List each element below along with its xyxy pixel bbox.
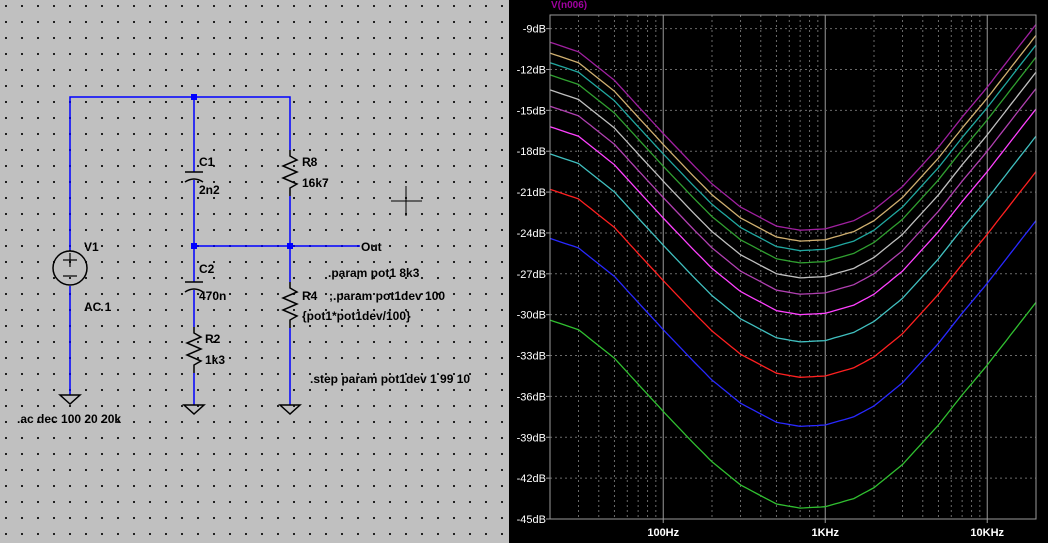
schematic-grid <box>0 0 509 543</box>
y-tick-label: -18dB <box>517 146 546 158</box>
x-tick-label: 1KHz <box>811 527 839 539</box>
y-tick-label: -42dB <box>517 473 546 485</box>
x-tick-label: 10KHz <box>970 527 1004 539</box>
component-name-c2: C2 <box>199 262 215 276</box>
x-tick-label: 100Hz <box>647 527 679 539</box>
component-value-r2: 1k3 <box>205 353 225 367</box>
y-tick-label: -15dB <box>517 105 546 117</box>
junction-dot <box>191 243 197 249</box>
y-tick-label: -45dB <box>517 514 546 526</box>
component-name-c1: C1 <box>199 155 215 169</box>
y-tick-label: -24dB <box>517 228 546 240</box>
y-tick-label: -21dB <box>517 187 546 199</box>
component-value-r8: 16k7 <box>302 176 329 190</box>
component-name-r2: R2 <box>205 332 221 346</box>
directive-param-pot1dev[interactable]: ;.param pot1dev 100 <box>329 289 445 303</box>
directive-ac[interactable]: .ac dec 100 20 20k <box>17 412 121 426</box>
trace-label[interactable]: V(n006) <box>551 0 587 11</box>
y-tick-label: -12dB <box>517 64 546 76</box>
component-name-v1: V1 <box>84 240 99 254</box>
net-label-out[interactable]: Out <box>361 240 382 254</box>
y-tick-label: -36dB <box>517 391 546 403</box>
y-tick-label: -30dB <box>517 310 546 322</box>
junction-dot <box>191 94 197 100</box>
y-tick-label: -27dB <box>517 269 546 281</box>
component-value-r4: {pot1*pot1dev/100} <box>302 309 411 323</box>
directive-param-pot1[interactable]: .param pot1 8k3 <box>328 266 420 280</box>
component-name-r4: R4 <box>302 289 318 303</box>
y-tick-label: -33dB <box>517 351 546 363</box>
component-name-r8: R8 <box>302 155 318 169</box>
directive-step[interactable]: .step param pot1dev 1 99 10 <box>310 372 470 386</box>
schematic-editor[interactable]: V1 AC 1 C1 2n2 C2 470n R2 1k3 R8 16k7 R4… <box>0 0 509 543</box>
y-tick-label: -39dB <box>517 432 546 444</box>
component-value-v1: AC 1 <box>84 300 112 314</box>
junction-dot <box>287 243 293 249</box>
component-value-c2: 470n <box>199 289 226 303</box>
y-tick-label: -9dB <box>523 24 546 36</box>
component-value-c1: 2n2 <box>199 183 220 197</box>
waveform-viewer[interactable]: V(n006) -9dB -12dB -15dB -18dB -21dB -24dB -27… <box>509 0 1048 543</box>
